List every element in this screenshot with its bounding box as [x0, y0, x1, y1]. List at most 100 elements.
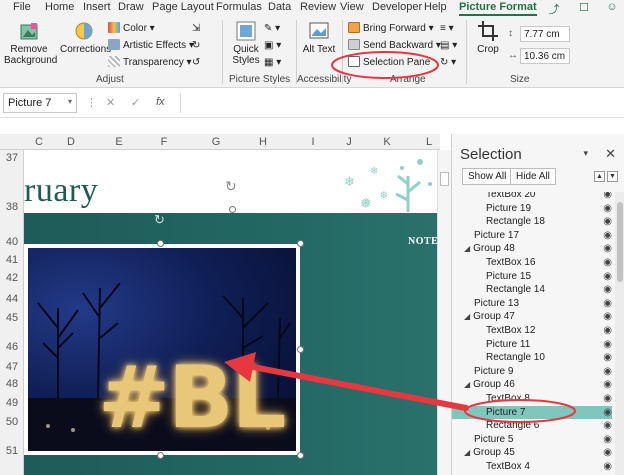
visibility-eye-icon[interactable]: ◉	[603, 192, 612, 201]
group-objects-icon[interactable]: ▤ ▾	[440, 39, 457, 53]
collapse-triangle-icon[interactable]: ◢	[464, 310, 470, 323]
enter-icon[interactable]: ✓	[131, 96, 140, 109]
selection-group-item[interactable]: ◢ Group 46 ◉	[452, 378, 612, 392]
row-header[interactable]: 49	[0, 397, 24, 409]
tab-formulas[interactable]: Formulas	[216, 1, 262, 13]
column-header[interactable]: L	[418, 136, 440, 148]
selection-list-item[interactable]: Picture 17 ◉	[452, 229, 612, 243]
function-icon[interactable]: fx	[156, 96, 165, 108]
column-header[interactable]: G	[205, 136, 227, 148]
selection-list-item[interactable]: Picture 7 ◉	[452, 405, 612, 420]
selection-list-item[interactable]: Rectangle 14 ◉	[452, 283, 612, 297]
visibility-eye-icon[interactable]: ◉	[603, 351, 612, 364]
tab-data[interactable]: Data	[268, 1, 291, 13]
selection-list-item[interactable]: TextBox 4 ◉	[452, 460, 612, 474]
change-picture-icon[interactable]: ↻	[192, 39, 200, 53]
visibility-eye-icon[interactable]: ◉	[603, 419, 612, 432]
scrollbar-thumb[interactable]	[617, 202, 623, 282]
reset-picture-icon[interactable]: ↺	[192, 56, 200, 70]
visibility-eye-icon[interactable]: ◉	[603, 310, 612, 323]
row-header[interactable]: 37	[0, 152, 24, 164]
collapse-triangle-icon[interactable]: ◢	[464, 242, 470, 255]
row-header[interactable]: 45	[0, 312, 24, 324]
visibility-eye-icon[interactable]: ◉	[603, 242, 612, 255]
transparency-button[interactable]: Transparency ▾	[108, 56, 192, 70]
visibility-eye-icon[interactable]: ◉	[603, 392, 612, 405]
artistic-effects-button[interactable]: Artistic Effects ▾	[108, 39, 194, 53]
share-icon[interactable]: ⤴	[544, 1, 564, 16]
visibility-eye-icon[interactable]: ◉	[603, 215, 612, 228]
selection-group-item[interactable]: ◢ Group 48 ◉	[452, 242, 612, 256]
tab-help[interactable]: Help	[424, 1, 447, 13]
column-header[interactable]: D	[60, 136, 82, 148]
selection-list-item[interactable]: Rectangle 6 ◉	[452, 419, 612, 433]
hide-all-button[interactable]: Hide All	[510, 168, 556, 185]
row-header[interactable]: 40	[0, 236, 24, 248]
tab-file[interactable]: File	[13, 1, 31, 13]
picture-rotate-handle-icon[interactable]: ↻	[154, 212, 165, 228]
pane-options-icon[interactable]: ▾	[583, 148, 588, 159]
sheet-vertical-scrollbar[interactable]	[437, 150, 451, 475]
resize-handle[interactable]	[157, 240, 164, 247]
quick-styles-button[interactable]: Quick Styles	[226, 20, 266, 66]
show-all-button[interactable]: Show All	[462, 168, 513, 185]
rotate-handle-icon[interactable]: ↻	[225, 178, 237, 195]
visibility-eye-icon[interactable]: ◉	[603, 365, 612, 378]
color-button[interactable]: Color ▾	[108, 22, 155, 36]
row-header[interactable]: 48	[0, 378, 24, 390]
row-header[interactable]: 44	[0, 293, 24, 305]
resize-handle[interactable]	[297, 452, 304, 459]
visibility-eye-icon[interactable]: ◉	[603, 202, 612, 215]
selection-list-item[interactable]: Rectangle 18 ◉	[452, 215, 612, 229]
column-header[interactable]: H	[252, 136, 274, 148]
remove-background-button[interactable]: Remove Background	[4, 22, 57, 66]
visibility-eye-icon[interactable]: ◉	[603, 256, 612, 269]
selection-list-item[interactable]: Picture 13 ◉	[452, 297, 612, 311]
row-header[interactable]: 50	[0, 416, 24, 428]
send-backward-arrow-icon[interactable]: ▼	[607, 171, 618, 182]
tab-home[interactable]: Home	[45, 1, 74, 13]
width-field[interactable]: 10.36 cm	[520, 48, 570, 64]
selection-list-item[interactable]: Picture 11 ◉	[452, 338, 612, 352]
worksheet-area[interactable]: ruary ↻ ❄ ❄ ❅ ❆ NOTE ↻ #BL	[24, 150, 437, 475]
row-header[interactable]: 38	[0, 201, 24, 213]
bring-forward-arrow-icon[interactable]: ▲	[594, 171, 605, 182]
scrollbar-thumb[interactable]	[440, 172, 449, 186]
visibility-eye-icon[interactable]: ◉	[603, 283, 612, 296]
selection-group-item[interactable]: ◢ Group 47 ◉	[452, 310, 612, 324]
picture-border-icon[interactable]: ✎ ▾	[264, 22, 280, 36]
selection-list-item[interactable]: TextBox 16 ◉	[452, 256, 612, 270]
resize-handle[interactable]	[157, 452, 164, 459]
height-field[interactable]: 7.77 cm	[520, 26, 570, 42]
row-header[interactable]: 47	[0, 361, 24, 373]
selection-group-item[interactable]: ◢ Group 45 ◉	[452, 446, 612, 460]
column-header[interactable]: J	[338, 136, 360, 148]
selection-list-item[interactable]: Rectangle 10 ◉	[452, 351, 612, 365]
corrections-button[interactable]: Corrections	[60, 20, 111, 55]
selection-list-item[interactable]: TextBox 8 ◉	[452, 392, 612, 406]
compress-pictures-icon[interactable]: ⇲	[192, 22, 200, 36]
rotate-icon[interactable]: ↻ ▾	[440, 56, 456, 70]
visibility-eye-icon[interactable]: ◉	[603, 378, 612, 391]
tab-picture-format[interactable]: Picture Format	[459, 1, 537, 16]
visibility-eye-icon[interactable]: ◉	[603, 446, 612, 459]
selection-list-item[interactable]: Picture 19 ◉	[452, 202, 612, 216]
column-header[interactable]: C	[28, 136, 50, 148]
column-header[interactable]: F	[153, 136, 175, 148]
visibility-eye-icon[interactable]: ◉	[603, 433, 612, 446]
visibility-eye-icon[interactable]: ◉	[603, 229, 612, 242]
visibility-eye-icon[interactable]: ◉	[603, 406, 612, 419]
send-backward-button[interactable]: Send Backward ▾	[348, 39, 441, 53]
selection-pane-button[interactable]: Selection Pane	[348, 56, 430, 70]
smiley-icon[interactable]: ☺	[602, 1, 622, 15]
column-header[interactable]: K	[376, 136, 398, 148]
resize-handle[interactable]	[229, 206, 236, 213]
resize-handle[interactable]	[297, 240, 304, 247]
visibility-eye-icon[interactable]: ◉	[603, 338, 612, 351]
selection-list-item[interactable]: Picture 9 ◉	[452, 365, 612, 379]
tab-draw[interactable]: Draw	[118, 1, 144, 13]
alt-text-button[interactable]: Alt Text	[302, 20, 336, 55]
visibility-eye-icon[interactable]: ◉	[603, 270, 612, 283]
selection-list-item[interactable]: TextBox 12 ◉	[452, 324, 612, 338]
picture-7-image[interactable]: #BL	[24, 244, 300, 455]
